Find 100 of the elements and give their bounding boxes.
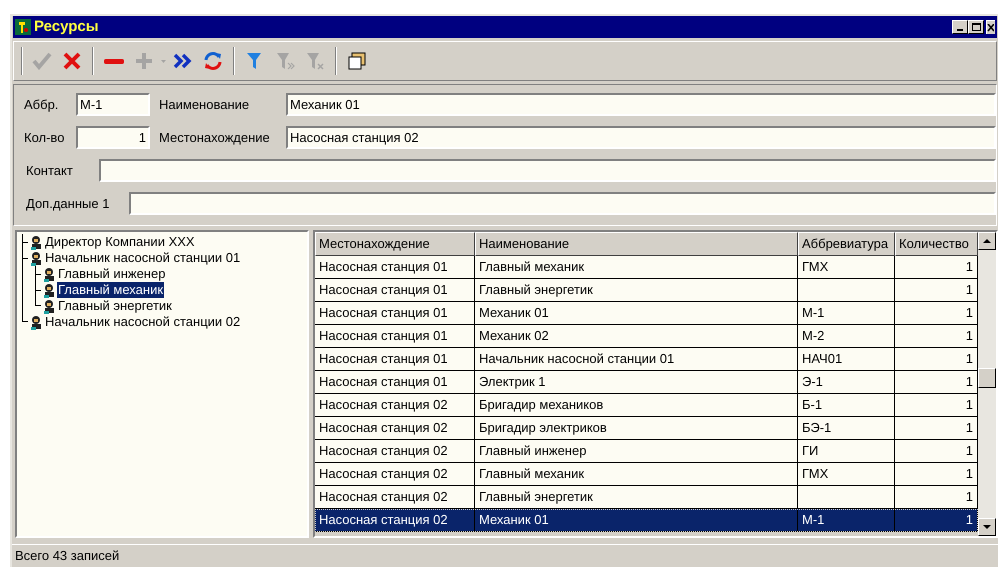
table-cell-text: 1 [966,373,973,392]
column-header[interactable]: Количество [895,232,978,256]
table-cell-text: 1 [966,396,973,414]
table-row[interactable]: Насосная станция 02 Бригадир механиков Б-1 1 [315,394,978,417]
table-cell-text: Насосная станция 01 [319,258,448,276]
table-cell-text: 1 [966,281,973,300]
minimize-icon [957,29,963,31]
table-cell-text: ГМХ [802,465,828,484]
person-icon [29,314,44,330]
field-label: Контакт [26,162,74,180]
table-cell-text: Насосная станция 01 [319,281,448,300]
input-field[interactable] [99,159,996,182]
table-cell-text: Б-1 [802,396,822,414]
minimize-button[interactable] [952,20,968,34]
scrollbar[interactable] [978,232,996,536]
close-icon [987,24,994,32]
maximize-icon [972,23,980,31]
table-row[interactable]: Насосная станция 02 Главный инженер ГИ 1 [315,440,978,463]
scroll-thumb[interactable] [978,368,996,388]
table-cell-text: Механик 01 [479,304,549,322]
table-cell-text: ГМХ [802,258,828,276]
table-cell-text: Насосная станция 01 [319,304,448,322]
close-button[interactable] [986,20,995,34]
table-cell-text: Насосная станция 01 [319,327,448,346]
table-cell-text: 1 [966,304,973,322]
table-cell-text: М-1 [802,511,824,530]
table-cell-text: Начальник насосной станции 01 [479,350,674,368]
status-text: Всего 43 записей [15,547,120,566]
table-cell-text: Насосная станция 01 [319,373,448,392]
person-icon [42,298,57,314]
table-cell-text: Насосная станция 02 [319,465,448,484]
table-cell-text: Механик 02 [479,327,549,346]
tree-item[interactable]: Директор Компании XXX [44,234,196,250]
table-row[interactable]: Насосная станция 02 Бригадир электриков БЭ-1 1 [315,417,978,440]
table-cell-text: 1 [966,419,973,438]
table-cell-text: Насосная станция 01 [319,350,448,368]
table-row[interactable]: Насосная станция 02 Механик 01 М-1 1 [315,509,978,532]
table-cell-text: Главный энергетик [479,488,593,506]
table-row[interactable]: Насосная станция 02 Главный энергетик 1 [315,486,978,509]
input-field[interactable] [129,192,996,215]
table-cell-text: Главный инженер [479,442,586,460]
input-field[interactable]: М-1 [76,93,150,116]
person-icon [29,250,44,266]
field-label: Доп.данные 1 [26,194,110,213]
column-header[interactable]: Аббревиатура [798,232,895,256]
table-cell-text: М-1 [802,304,824,322]
table-row[interactable]: Насосная станция 01 Механик 02 М-2 1 [315,325,978,348]
field-label: Аббр. [24,96,60,114]
table-cell-text: БЭ-1 [802,419,832,438]
person-icon [29,234,44,250]
tree-item[interactable]: Главный инженер [57,266,166,282]
table-cell-text: Механик 01 [479,511,549,530]
input-field[interactable]: Механик 01 [286,93,996,116]
up-arrow-icon [983,239,991,243]
cross-icon [61,50,83,72]
funnel-cross-icon [304,50,326,72]
down-arrow-icon [983,525,991,529]
input-field[interactable]: 1 [76,126,150,149]
table-row[interactable]: Насосная станция 01 Начальник насосной станции 01 НАЧ01 1 [315,348,978,371]
table-row[interactable]: Насосная станция 01 Механик 01 М-1 1 [315,302,978,325]
table-row[interactable]: Насосная станция 01 Главный механик ГМХ 1 [315,256,978,279]
tree-item[interactable]: Начальник насосной станции 01 [44,250,242,266]
check-icon [31,50,53,72]
table-cell-text: 1 [966,350,973,368]
table-row[interactable]: Насосная станция 02 Главный механик ГМХ 1 [315,463,978,486]
tree-item[interactable]: Главный механик [57,282,164,298]
table-cell-text: Э-1 [802,373,823,392]
table-cell-text: 1 [966,465,973,484]
tree-item[interactable]: Начальник насосной станции 02 [44,314,242,330]
table-cell-text: 1 [966,511,973,530]
tree-item[interactable]: Главный энергетик [57,298,173,314]
table-cell-text: 1 [966,258,973,276]
table-cell-text: М-2 [802,327,824,346]
column-header[interactable]: Местонахождение [315,232,475,256]
table-cell-text: Насосная станция 02 [319,488,448,506]
caret-icon [161,60,166,62]
scroll-down-button[interactable] [978,518,996,536]
table-cell-text: Бригадир механиков [479,396,604,414]
field-label: Местонахождение [159,128,271,147]
person-icon [42,266,57,282]
app-icon [15,19,31,35]
funnel-chevron-icon [274,50,296,72]
table-cell-text: Электрик 1 [479,373,546,392]
minus-icon [104,58,124,64]
maximize-button[interactable] [968,20,984,34]
table-row[interactable]: Насосная станция 01 Электрик 1 Э-1 1 [315,371,978,394]
table-cell-text: Насосная станция 02 [319,511,448,530]
input-field[interactable]: Насосная станция 02 [286,126,996,149]
scroll-up-button[interactable] [978,232,996,250]
column-header[interactable]: Наименование [475,232,798,256]
table-cell-text: Насосная станция 02 [319,419,448,438]
table-cell-text: Главный механик [479,258,584,276]
table-cell-text: 1 [966,442,973,460]
table-cell-text: Главный механик [479,465,584,484]
plus-icon [133,50,155,72]
table-row[interactable]: Насосная станция 01 Главный энергетик 1 [315,279,978,302]
table-cell-text: Главный энергетик [479,281,593,300]
table-cell-text: 1 [966,488,973,506]
windows-icon [346,50,368,72]
window-title: Ресурсы [34,16,99,37]
